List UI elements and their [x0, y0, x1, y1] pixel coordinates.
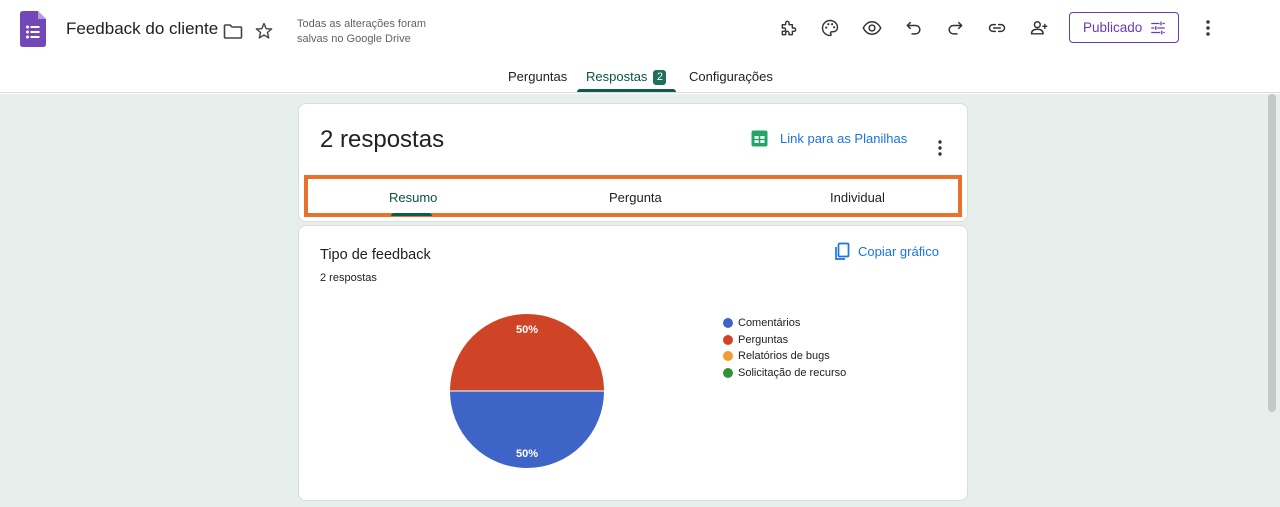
- more-vert-icon[interactable]: [1194, 14, 1222, 42]
- subtab-question[interactable]: Pergunta: [609, 190, 662, 205]
- publish-settings-icon: [1151, 21, 1165, 35]
- save-status-line1: Todas as alterações foram: [297, 18, 427, 30]
- pie-data-label-1: 50%: [516, 324, 538, 336]
- main-tabs: Perguntas Respostas 2 Configurações: [0, 60, 1280, 93]
- legend-swatch-3: [723, 367, 733, 378]
- responses-summary-card: 2 respostas Link para as Planilhas Resum…: [298, 103, 968, 222]
- responses-total-title: 2 respostas: [320, 126, 445, 153]
- tab-settings[interactable]: Configurações: [689, 69, 773, 84]
- responses-more-icon[interactable]: [928, 136, 952, 160]
- legend-item-1: Perguntas: [723, 332, 846, 349]
- legend-swatch-1: [723, 334, 733, 345]
- subtab-summary[interactable]: Resumo: [389, 190, 437, 205]
- publish-button-label: Publicado: [1083, 20, 1143, 35]
- responses-content: 2 respostas Link para as Planilhas Resum…: [0, 94, 1280, 507]
- link-icon[interactable]: [983, 14, 1011, 42]
- legend-item-2: Relatórios de bugs: [723, 348, 846, 365]
- folder-icon[interactable]: [219, 17, 247, 45]
- addon-icon[interactable]: [775, 14, 803, 42]
- page-scrollbar[interactable]: [1268, 94, 1276, 412]
- publish-button[interactable]: Publicado: [1069, 12, 1179, 43]
- question-response-count: 2 respostas: [320, 272, 377, 284]
- question-chart-card: Tipo de feedback 2 respostas Copiar gráf…: [298, 225, 968, 501]
- tab-responses[interactable]: Respostas 2: [586, 69, 667, 85]
- star-icon[interactable]: [250, 17, 278, 45]
- palette-icon[interactable]: [816, 14, 844, 42]
- legend-label-2: Relatórios de bugs: [738, 350, 830, 363]
- response-view-tabs: Resumo Pergunta Individual: [304, 175, 962, 217]
- legend-item-3: Solicitação de recurso: [723, 365, 846, 382]
- legend-label-3: Solicitação de recurso: [738, 366, 847, 379]
- chart-legend: Comentários Perguntas Relatórios de bugs So…: [723, 315, 846, 381]
- top-bar: Feedback do cliente Todas as alterações …: [0, 0, 1280, 60]
- legend-label-1: Perguntas: [738, 333, 789, 346]
- save-status: Todas as alterações foram salvas no Goog…: [297, 17, 457, 47]
- subtab-individual[interactable]: Individual: [830, 190, 885, 205]
- active-tab-indicator: [577, 89, 676, 92]
- active-subtab-indicator: [391, 213, 432, 216]
- pie-data-label-0: 50%: [516, 448, 538, 460]
- legend-swatch-0: [723, 318, 733, 329]
- question-title: Tipo de feedback: [320, 247, 431, 263]
- legend-swatch-2: [723, 351, 733, 362]
- save-status-line2: salvas no Google Drive: [297, 33, 411, 45]
- tab-questions[interactable]: Perguntas: [508, 69, 567, 84]
- document-title[interactable]: Feedback do cliente: [66, 19, 218, 39]
- add-collaborator-icon[interactable]: [1025, 14, 1053, 42]
- copy-chart-button[interactable]: Copiar gráfico: [833, 242, 939, 261]
- forms-logo-icon[interactable]: [20, 11, 46, 47]
- copy-chart-label: Copiar gráfico: [858, 244, 939, 259]
- link-to-sheets-label: Link para as Planilhas: [780, 131, 908, 146]
- undo-icon[interactable]: [900, 14, 928, 42]
- copy-icon: [835, 242, 850, 260]
- tab-responses-label: Respostas: [586, 69, 648, 84]
- redo-icon[interactable]: [941, 14, 969, 42]
- sheets-icon: [751, 130, 768, 147]
- legend-item-0: Comentários: [723, 315, 846, 332]
- link-to-sheets-button[interactable]: Link para as Planilhas: [751, 130, 907, 147]
- preview-eye-icon[interactable]: [858, 14, 886, 42]
- responses-count-badge: 2: [653, 70, 667, 85]
- legend-label-0: Comentários: [738, 317, 801, 330]
- pie-chart: 50% 50%: [448, 313, 606, 469]
